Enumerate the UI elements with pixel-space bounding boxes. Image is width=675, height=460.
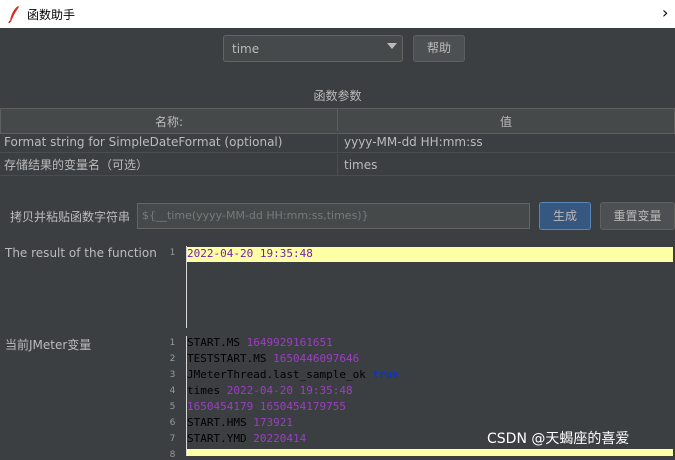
copy-function-label: 拷贝并粘贴函数字符串 xyxy=(10,210,131,224)
line-number: 8 xyxy=(169,450,176,460)
table-cell-value[interactable]: yyyy-MM-dd HH:mm:ss xyxy=(338,131,675,153)
variable-value: 20220414 xyxy=(253,432,307,445)
variable-line[interactable]: START.HMS 173921 xyxy=(187,416,293,429)
variable-value: 2022-04-20 19:35:48 xyxy=(226,384,353,397)
help-button[interactable]: 帮助 xyxy=(413,35,465,62)
function-select[interactable]: time xyxy=(223,35,403,62)
variable-key: START.HMS xyxy=(187,416,247,429)
variable-line[interactable]: START.MS 1649929161651 xyxy=(187,336,333,349)
variable-line[interactable]: TESTSTART.MS 1650446097646 xyxy=(187,352,359,365)
line-number: 5 xyxy=(169,402,176,412)
line-number: 4 xyxy=(169,386,176,396)
title-bar: 函数助手 › xyxy=(0,0,675,28)
generate-button[interactable]: 生成 xyxy=(539,202,591,230)
line-number: 1 xyxy=(169,248,176,258)
current-line-highlight xyxy=(187,449,673,456)
line-number: 3 xyxy=(169,370,176,380)
result-gutter xyxy=(159,246,187,328)
line-number: 6 xyxy=(169,418,176,428)
feather-icon xyxy=(8,6,19,23)
variable-value: 1650446097646 xyxy=(273,352,360,365)
variable-line[interactable]: JMeterThread.last_sample_ok true xyxy=(187,368,399,381)
line-number: 2 xyxy=(169,354,176,364)
table-cell-name[interactable]: 存储结果的变量名（可选） xyxy=(0,154,338,176)
result-label: The result of the function is xyxy=(5,246,171,260)
variable-line[interactable]: 1650454179 1650454179755 xyxy=(187,400,346,413)
reset-variables-button[interactable]: 重置变量 xyxy=(600,202,675,230)
variable-key: times xyxy=(187,384,221,397)
line-number: 7 xyxy=(169,434,176,444)
variable-value: 1650454179 1650454179755 xyxy=(187,400,346,413)
params-title: 函数参数 xyxy=(313,89,362,103)
watermark: CSDN @天蝎座的喜爱 xyxy=(487,431,630,447)
variable-key: TESTSTART.MS xyxy=(187,352,267,365)
window-title: 函数助手 xyxy=(27,8,76,22)
close-icon[interactable]: › xyxy=(662,3,668,22)
table-cell-name[interactable]: Format string for SimpleDateFormat (opti… xyxy=(0,131,338,153)
variable-line[interactable]: START.YMD 20220414 xyxy=(187,432,306,445)
variable-key: START.YMD xyxy=(187,432,247,445)
line-number: 1 xyxy=(169,338,176,348)
table-cell-value[interactable]: times xyxy=(338,154,675,176)
function-string-field[interactable]: ${__time(yyyy-MM-dd HH:mm:ss,times)} xyxy=(137,203,530,229)
result-value[interactable]: 2022-04-20 19:35:48 xyxy=(187,247,673,262)
variable-key: START.MS xyxy=(187,336,240,349)
variables-label: 当前JMeter变量 xyxy=(5,338,92,352)
variable-key: JMeterThread.last_sample_ok xyxy=(187,368,366,381)
params-table: 名称: 值 Format string for SimpleDateFormat… xyxy=(0,108,675,178)
function-select-value: time xyxy=(232,42,260,56)
variable-value: true xyxy=(372,368,399,381)
variable-line[interactable]: times 2022-04-20 19:35:48 xyxy=(187,384,353,397)
chevron-down-icon[interactable] xyxy=(387,43,397,49)
variable-value: 1649929161651 xyxy=(246,336,333,349)
variable-value: 173921 xyxy=(253,416,293,429)
